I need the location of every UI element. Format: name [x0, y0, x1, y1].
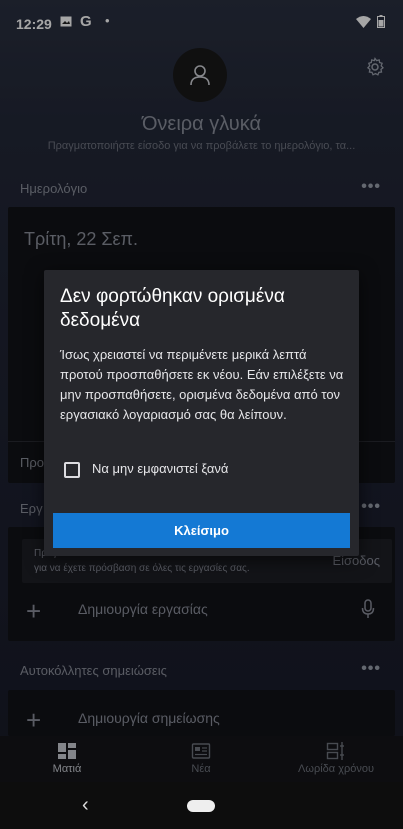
launcher-screen: 12:29 G • Όνειρα γλυκά Πραγματοποιήστε ε… [0, 0, 403, 829]
close-button[interactable]: Κλείσιμο [53, 513, 350, 548]
home-button[interactable] [187, 800, 215, 812]
back-button[interactable]: ‹ [82, 794, 89, 817]
dialog-message: Ίσως χρειαστεί να περιμένετε μερικά λεπτ… [60, 347, 344, 422]
dialog-title: Δεν φορτώθηκαν ορισμένα δεδομένα [60, 286, 285, 331]
system-navigation-bar: ‹ [0, 782, 403, 829]
error-dialog: Δεν φορτώθηκαν ορισμένα δεδομένα Ίσως χρ… [44, 270, 359, 556]
dont-show-again-label[interactable]: Να μην εμφανιστεί ξανά [92, 461, 228, 476]
dont-show-again-checkbox[interactable] [64, 462, 80, 478]
